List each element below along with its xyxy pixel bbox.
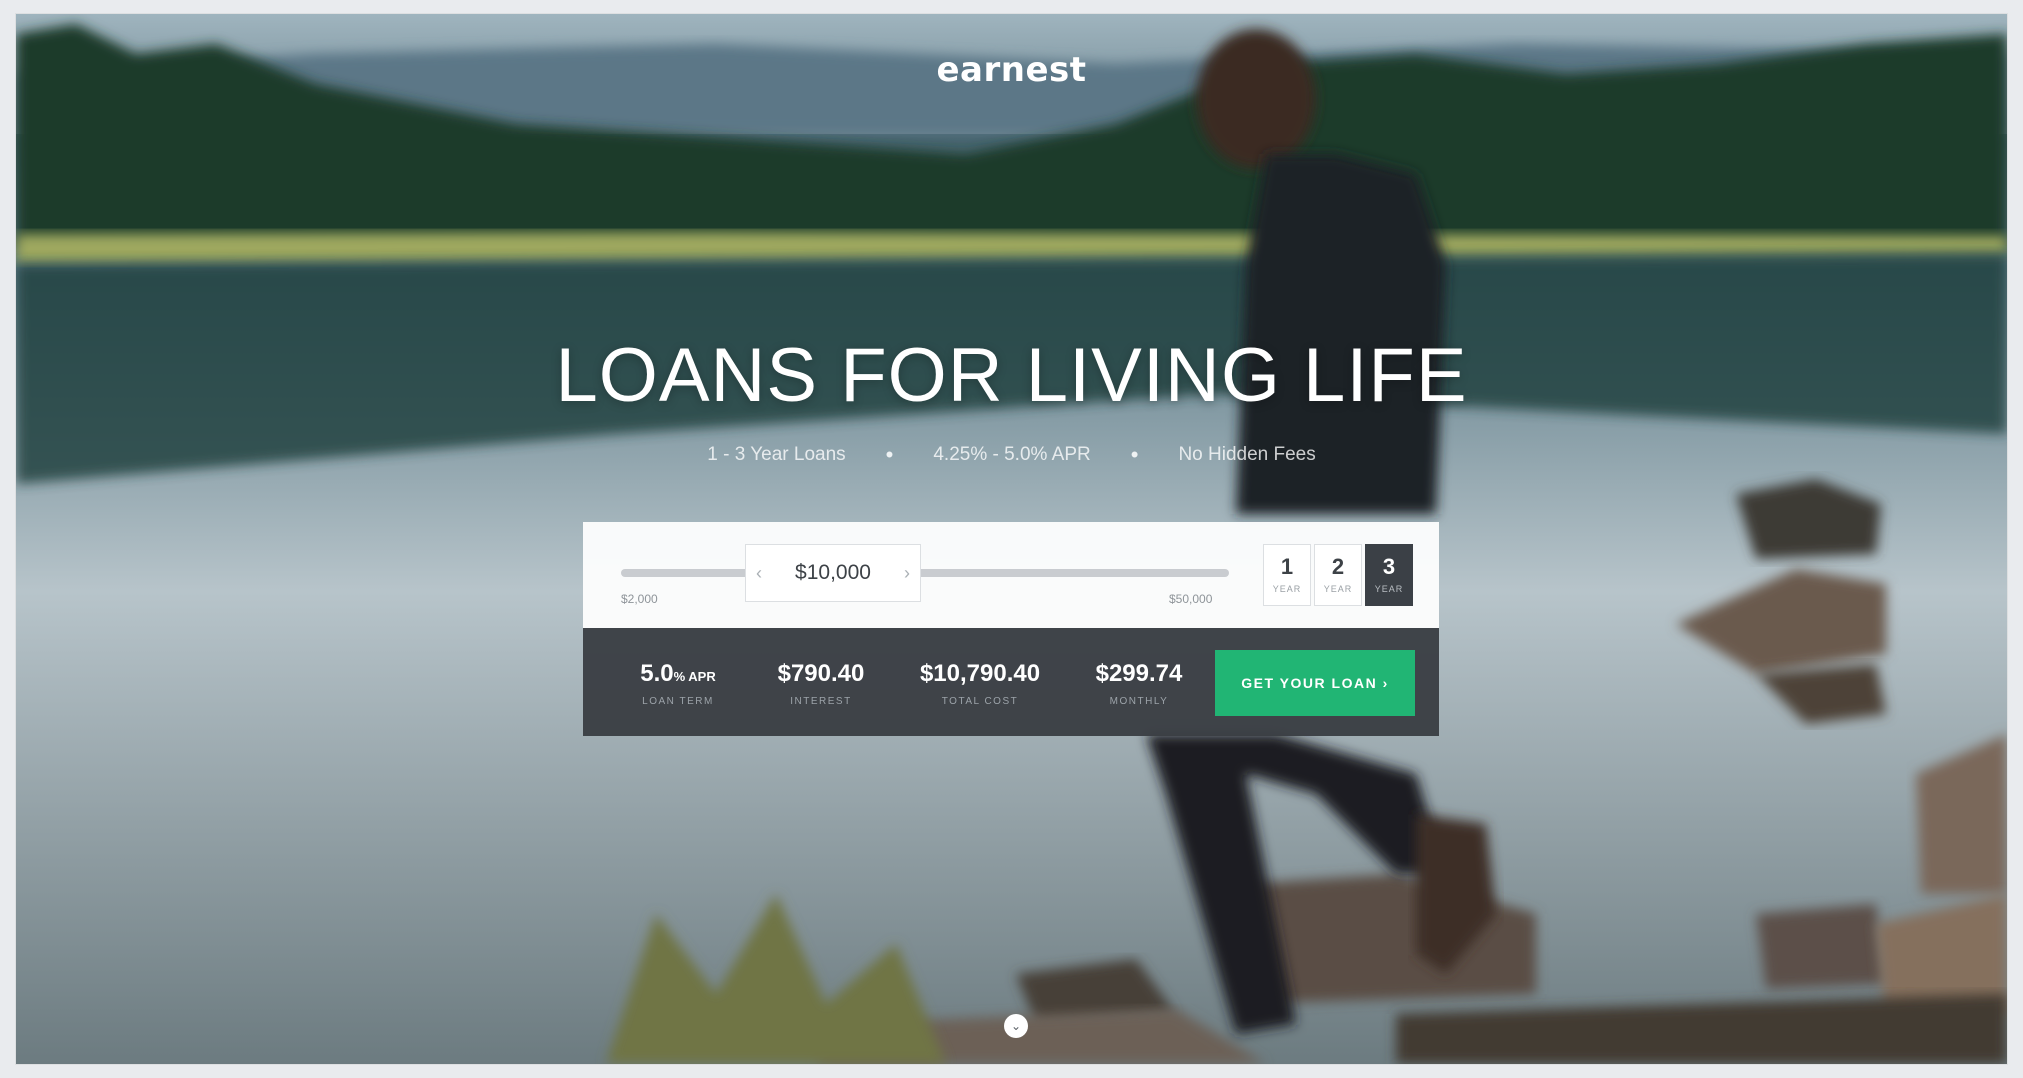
slider-max-label: $50,000 [1169, 592, 1213, 606]
calculator-summary: 5.0% APR LOAN TERM $790.40 INTEREST $10,… [583, 628, 1439, 736]
calculator-controls: $2,000 $50,000 ‹ $10,000 › 1 YEAR 2 YEAR… [583, 522, 1439, 628]
stat-monthly: $299.74 MONTHLY [1079, 660, 1199, 707]
apr-suffix: % APR [673, 669, 716, 684]
chevron-down-icon[interactable]: ⌄ [1004, 1014, 1028, 1038]
stat-label: MONTHLY [1109, 696, 1169, 707]
stat-label: TOTAL COST [941, 696, 1019, 707]
feature-list: 1 - 3 Year Loans • 4.25% - 5.0% APR • No… [16, 442, 2007, 468]
hero-headline: LOANS FOR LIVING LIFE [555, 333, 1468, 418]
term-unit: YEAR [1374, 584, 1404, 594]
term-2-year-button[interactable]: 2 YEAR [1314, 544, 1362, 606]
loan-calculator: $2,000 $50,000 ‹ $10,000 › 1 YEAR 2 YEAR… [583, 522, 1439, 736]
term-1-year-button[interactable]: 1 YEAR [1263, 544, 1311, 606]
stat-value: $10,790.40 [919, 660, 1041, 687]
chevron-right-icon[interactable]: › [904, 563, 910, 584]
feature-separator: • [1130, 442, 1139, 467]
page-frame: earnest LOANS FOR LIVING LIFE 1 - 3 Year… [16, 14, 2007, 1064]
term-unit: YEAR [1272, 584, 1302, 594]
feature-separator: • [885, 442, 894, 467]
get-your-loan-button[interactable]: GET YOUR LOAN › [1215, 650, 1415, 716]
term-3-year-button[interactable]: 3 YEAR [1365, 544, 1413, 606]
stat-value: $299.74 [1095, 660, 1183, 687]
term-selector: 1 YEAR 2 YEAR 3 YEAR [1263, 544, 1413, 606]
stat-total-cost: $10,790.40 TOTAL COST [901, 660, 1059, 707]
stat-label: LOAN TERM [642, 696, 714, 707]
stat-interest: $790.40 INTEREST [761, 660, 881, 707]
stat-value: 5.0% APR [619, 660, 737, 688]
stat-value: $790.40 [777, 660, 865, 687]
term-number: 3 [1382, 554, 1396, 579]
term-unit: YEAR [1323, 584, 1353, 594]
feature-loan-term: 1 - 3 Year Loans [707, 444, 846, 465]
term-number: 2 [1331, 554, 1345, 579]
amount-slider-handle[interactable]: ‹ $10,000 › [745, 544, 921, 602]
apr-value: 5.0 [640, 660, 674, 687]
stat-apr: 5.0% APR LOAN TERM [619, 660, 737, 707]
amount-slider[interactable] [621, 569, 1229, 577]
loan-amount-value: $10,000 [795, 561, 871, 584]
feature-apr-range: 4.25% - 5.0% APR [933, 444, 1091, 465]
stat-label: INTEREST [790, 696, 852, 707]
feature-no-fees: No Hidden Fees [1178, 444, 1316, 465]
term-number: 1 [1280, 554, 1294, 579]
brand-logo[interactable]: earnest [16, 50, 2007, 90]
slider-min-label: $2,000 [621, 592, 658, 606]
chevron-left-icon[interactable]: ‹ [756, 563, 762, 584]
